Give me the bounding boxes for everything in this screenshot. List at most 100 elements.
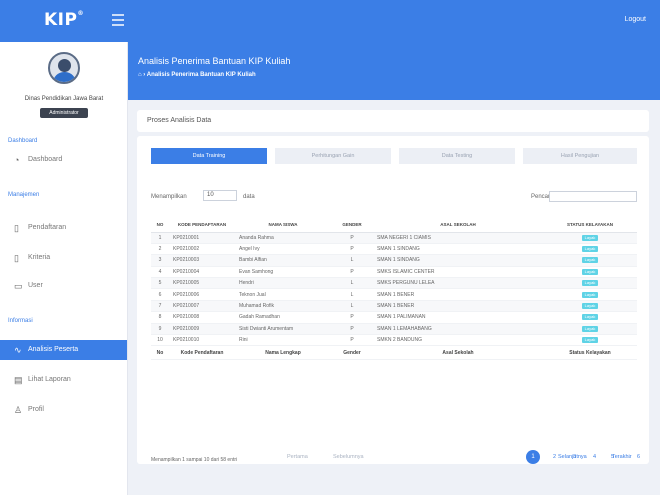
cell-asal-sekolah: SMAN 1 SINDANG: [373, 254, 543, 267]
tab-data-testing[interactable]: Data Testing: [399, 148, 515, 164]
cell-status: Layak: [543, 300, 637, 313]
logout-link[interactable]: Logout: [625, 16, 646, 23]
cell-no: 5: [151, 277, 169, 290]
cell-status: Layak: [543, 311, 637, 324]
cell-asal-sekolah: SMAN 1 PALIMANAN: [373, 311, 543, 324]
cell-kode: KP0210002: [169, 243, 235, 256]
pagination-prev[interactable]: Sebelumnya: [333, 454, 364, 460]
cell-no: 10: [151, 334, 169, 347]
cell-status: Layak: [543, 254, 637, 267]
breadcrumb[interactable]: ⌂ › Analisis Penerima Bantuan KIP Kuliah: [138, 72, 256, 78]
table-row: 3 KP0210003 Bambi Alfian L SMAN 1 SINDANG Lay…: [151, 254, 637, 267]
tab-perhitungan-gain[interactable]: Perhitungan Gain: [275, 148, 391, 164]
sidebar: Dinas Pendidikan Jawa Barat Administrato…: [0, 42, 128, 495]
cell-status: Layak: [543, 243, 637, 256]
column-header-gender[interactable]: GENDER: [331, 218, 373, 233]
cell-kode: KP0210006: [169, 288, 235, 301]
sidebar-item-kriteria[interactable]: ▯ Kriteria: [0, 248, 127, 268]
tab-data-training[interactable]: Data Training: [151, 148, 267, 164]
pagination-last[interactable]: Terakhir: [612, 454, 632, 460]
card-header: Proses Analisis Data: [137, 110, 649, 132]
table-header-row: NO KODE PENDAFTARAN NAMA SISWA GENDER AS…: [151, 218, 637, 233]
cell-gender: L: [331, 277, 373, 290]
pagination-page-4[interactable]: 4: [593, 454, 596, 460]
cell-nama: Evan Samhong: [235, 266, 331, 279]
footer-kode: Kode Pendaftaran: [169, 345, 235, 361]
sidebar-section-informasi: Informasi: [8, 318, 33, 324]
sidebar-item-lihat-laporan[interactable]: ▤ Lihat Laporan: [0, 370, 127, 390]
sidebar-item-analisis-peserta[interactable]: ∿ Analisis Peserta: [0, 340, 127, 360]
cell-no: 7: [151, 300, 169, 313]
hamburger-menu-icon[interactable]: [112, 14, 124, 26]
cell-kode: KP0210008: [169, 311, 235, 324]
pagination-first[interactable]: Pertama: [287, 454, 308, 460]
column-header-status[interactable]: STATUS KELAYAKAN: [543, 218, 637, 233]
cell-nama: Angel Ivy: [235, 243, 331, 256]
cell-no: 6: [151, 288, 169, 301]
user-icon: ♙: [14, 405, 23, 415]
table-row: 10 KP0210010 Rini P SMKN 2 BANDUNG Layak: [151, 334, 637, 347]
card-title: Proses Analisis Data: [147, 117, 212, 124]
cell-asal-sekolah: SMA NEGERI 1 CIAMIS: [373, 232, 543, 244]
sidebar-item-pendaftaran[interactable]: ▯ Pendaftaran: [0, 218, 127, 238]
clipboard-icon: ▯: [14, 223, 19, 233]
pagination-page-2[interactable]: 2: [553, 454, 556, 460]
app-logo[interactable]: KIP®: [44, 10, 84, 30]
status-badge: Layak: [581, 303, 599, 310]
cell-no: 9: [151, 323, 169, 336]
pagination-next[interactable]: Selanjutnya: [558, 454, 587, 460]
page-header-banner: Analisis Penerima Bantuan KIP Kuliah ⌂ ›…: [128, 42, 660, 100]
entries-select[interactable]: 10: [203, 190, 237, 201]
pagination-page-1[interactable]: 1: [526, 450, 540, 464]
tab-hasil-pengujian[interactable]: Hasil Pengujian: [523, 148, 637, 164]
column-header-nama[interactable]: NAMA SISWA: [235, 218, 331, 233]
column-header-kode[interactable]: KODE PENDAFTARAN: [169, 218, 235, 233]
pagination-page-last-number[interactable]: 6: [637, 454, 640, 460]
data-table: NO KODE PENDAFTARAN NAMA SISWA GENDER AS…: [151, 218, 637, 361]
footer-nama: Nama Lengkap: [235, 345, 331, 361]
status-badge: Layak: [581, 291, 599, 298]
sidebar-item-profil[interactable]: ♙ Profil: [0, 400, 127, 420]
page-title: Analisis Penerima Bantuan KIP Kuliah: [138, 56, 291, 66]
sidebar-item-dashboard[interactable]: ◔ Dashboard: [0, 150, 127, 170]
cell-nama: Muhamad Rofik: [235, 300, 331, 313]
cell-status: Layak: [543, 266, 637, 279]
cell-gender: L: [331, 300, 373, 313]
status-badge: Layak: [581, 337, 599, 344]
cell-kode: KP0210001: [169, 232, 235, 244]
cell-asal-sekolah: SMKN 2 BANDUNG: [373, 334, 543, 347]
clipboard-icon: ▯: [14, 253, 19, 263]
status-badge: Layak: [581, 325, 599, 332]
cell-gender: L: [331, 288, 373, 301]
cell-kode: KP0210010: [169, 334, 235, 347]
cell-kode: KP0210003: [169, 254, 235, 267]
cell-asal-sekolah: SMAN 1 SINDANG: [373, 243, 543, 256]
search-input[interactable]: [549, 191, 637, 202]
cell-gender: P: [331, 323, 373, 336]
status-badge: Layak: [581, 268, 599, 275]
cell-asal-sekolah: SMKS PERGUNU LELEA: [373, 277, 543, 290]
table-row: 1 KP0210001 Ananda Rahma P SMA NEGERI 1 CIAM…: [151, 232, 637, 244]
cell-nama: Rini: [235, 334, 331, 347]
status-badge: Layak: [581, 314, 599, 321]
cell-no: 4: [151, 266, 169, 279]
column-header-asal-sekolah[interactable]: ASAL SEKOLAH: [373, 218, 543, 233]
show-entries-label: Menampilkan: [151, 194, 187, 200]
table-row: 4 KP0210004 Evan Samhong P SMKS ISLAMIC CENT…: [151, 266, 637, 279]
pagination-info: Menampilkan 1 sampai 10 dari 58 entri: [151, 457, 238, 463]
column-header-no[interactable]: NO: [151, 218, 169, 233]
footer-asal-sekolah: Asal Sekolah: [373, 345, 543, 361]
status-badge: Layak: [581, 280, 599, 287]
table-footer-row: No Kode Pendaftaran Nama Lengkap Gender …: [151, 345, 637, 361]
status-badge: Layak: [581, 257, 599, 264]
cell-no: 3: [151, 254, 169, 267]
chart-line-icon: ∿: [14, 345, 22, 355]
sidebar-item-user[interactable]: ▭ User: [0, 276, 127, 296]
cell-gender: P: [331, 334, 373, 347]
cell-status: Layak: [543, 323, 637, 336]
cell-status: Layak: [543, 277, 637, 290]
avatar: [48, 52, 80, 84]
cell-kode: KP0210004: [169, 266, 235, 279]
table-row: 5 KP0210005 Hendri L SMKS PERGUNU LELEA Layak: [151, 277, 637, 290]
entries-suffix-label: data: [243, 194, 255, 200]
